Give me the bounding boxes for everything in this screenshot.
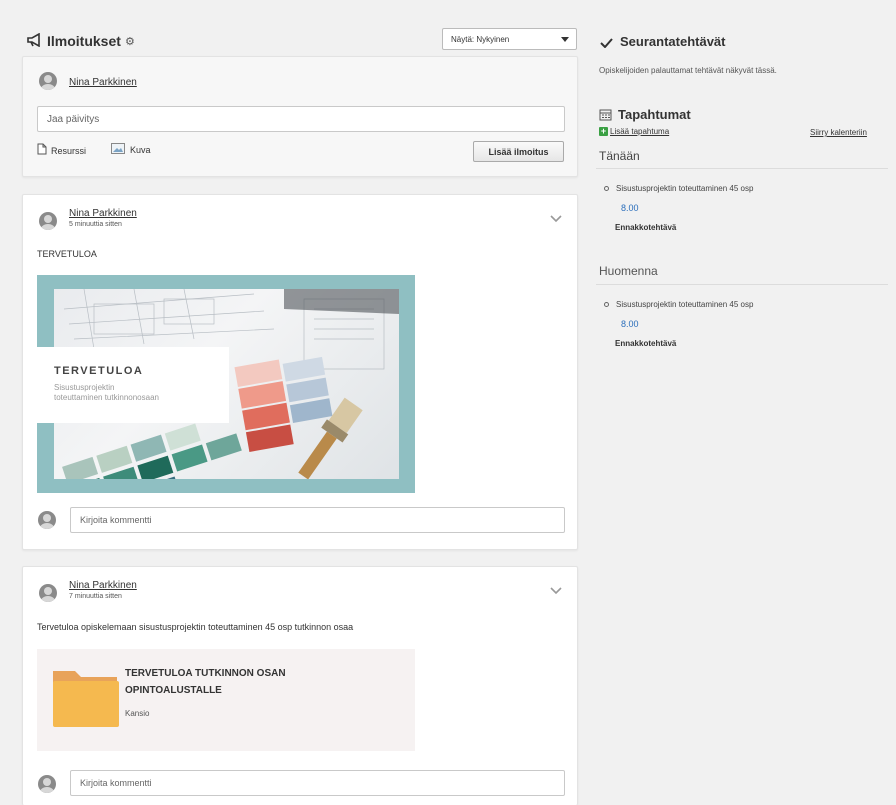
bullet-icon: [604, 186, 609, 191]
event-time: 8.00: [621, 203, 639, 213]
folder-title-line2: OPINTOALUSTALLE: [125, 685, 222, 696]
tracking-title: Seurantatehtävät: [620, 34, 726, 49]
comment-placeholder: Kirjoita kommentti: [80, 778, 152, 788]
image-heading: TERVETULOA: [54, 365, 144, 377]
post-card: Nina Parkkinen 5 minuuttia sitten TERVET…: [22, 194, 578, 550]
post-text: TERVETULOA: [37, 249, 97, 259]
comment-placeholder: Kirjoita kommentti: [80, 515, 152, 525]
post-author-link[interactable]: Nina Parkkinen: [69, 580, 137, 591]
image-button[interactable]: Kuva: [111, 143, 151, 157]
chevron-down-icon[interactable]: [550, 214, 562, 223]
add-event-label: Lisää tapahtuma: [610, 127, 670, 136]
image-label: Kuva: [130, 145, 151, 155]
calendar-icon: [599, 108, 612, 124]
image-subtitle-line2: toteuttaminen tutkinnonosaan: [54, 393, 159, 402]
document-icon: [37, 143, 47, 158]
folder-title-line1: TERVETULOA TUTKINNON OSAN: [125, 668, 286, 679]
avatar: [39, 212, 57, 230]
checkmark-icon: [600, 38, 613, 51]
chevron-down-icon[interactable]: [550, 586, 562, 595]
caret-down-icon: [561, 37, 569, 42]
image-caption-box: TERVETULOA Sisustusprojektin toteuttamin…: [37, 347, 229, 423]
avatar: [38, 511, 56, 529]
page-title: Ilmoitukset: [47, 33, 121, 49]
post-author-link[interactable]: Nina Parkkinen: [69, 208, 137, 219]
image-icon: [111, 143, 125, 157]
group-heading-today: Tänään: [599, 149, 640, 163]
plus-icon: +: [599, 126, 608, 136]
filter-select[interactable]: Näytä: Nykyinen: [442, 28, 577, 50]
gear-icon[interactable]: ⚙: [125, 35, 135, 48]
share-update-input[interactable]: Jaa päivitys: [37, 106, 565, 132]
avatar: [38, 775, 56, 793]
divider: [596, 168, 888, 169]
post-image[interactable]: TERVETULOA Sisustusprojektin toteuttamin…: [37, 275, 415, 493]
tracking-description: Opiskelijoiden palauttamat tehtävät näky…: [599, 66, 777, 75]
filter-select-value: Näytä: Nykyinen: [451, 34, 510, 44]
post-card: Nina Parkkinen 7 minuuttia sitten Tervet…: [22, 566, 578, 805]
avatar: [39, 72, 57, 90]
post-text: Tervetuloa opiskelemaan sisustusprojekti…: [37, 622, 354, 632]
add-announcement-button[interactable]: Lisää ilmoitus: [473, 141, 564, 162]
resource-button[interactable]: Resurssi: [37, 143, 86, 158]
share-update-placeholder: Jaa päivitys: [47, 113, 100, 125]
folder-icon: [51, 667, 121, 732]
folder-type: Kansio: [125, 709, 150, 718]
event-title: Sisustusprojektin toteuttaminen 45 osp: [616, 184, 754, 193]
event-time: 8.00: [621, 319, 639, 329]
image-subtitle-line1: Sisustusprojektin: [54, 383, 115, 392]
group-heading-tomorrow: Huomenna: [599, 264, 658, 278]
post-timestamp: 7 minuuttia sitten: [69, 593, 122, 600]
add-event-link[interactable]: + Lisää tapahtuma: [599, 127, 669, 136]
megaphone-icon: [27, 32, 43, 50]
event-type: Ennakkotehtävä: [615, 223, 677, 232]
composer-author-link[interactable]: Nina Parkkinen: [69, 77, 137, 88]
folder-attachment[interactable]: TERVETULOA TUTKINNON OSAN OPINTOALUSTALL…: [37, 649, 415, 751]
composer-card: Nina Parkkinen Jaa päivitys Resurssi Kuv…: [22, 56, 578, 177]
post-timestamp: 5 minuuttia sitten: [69, 221, 122, 228]
calendar-link[interactable]: Siirry kalenteriin: [810, 128, 867, 137]
comment-input[interactable]: Kirjoita kommentti: [70, 770, 565, 796]
resource-label: Resurssi: [51, 145, 87, 156]
comment-input[interactable]: Kirjoita kommentti: [70, 507, 565, 533]
avatar: [39, 584, 57, 602]
divider: [596, 284, 888, 285]
event-type: Ennakkotehtävä: [615, 339, 677, 348]
events-title: Tapahtumat: [618, 107, 691, 122]
event-title: Sisustusprojektin toteuttaminen 45 osp: [616, 300, 754, 309]
bullet-icon: [604, 302, 609, 307]
